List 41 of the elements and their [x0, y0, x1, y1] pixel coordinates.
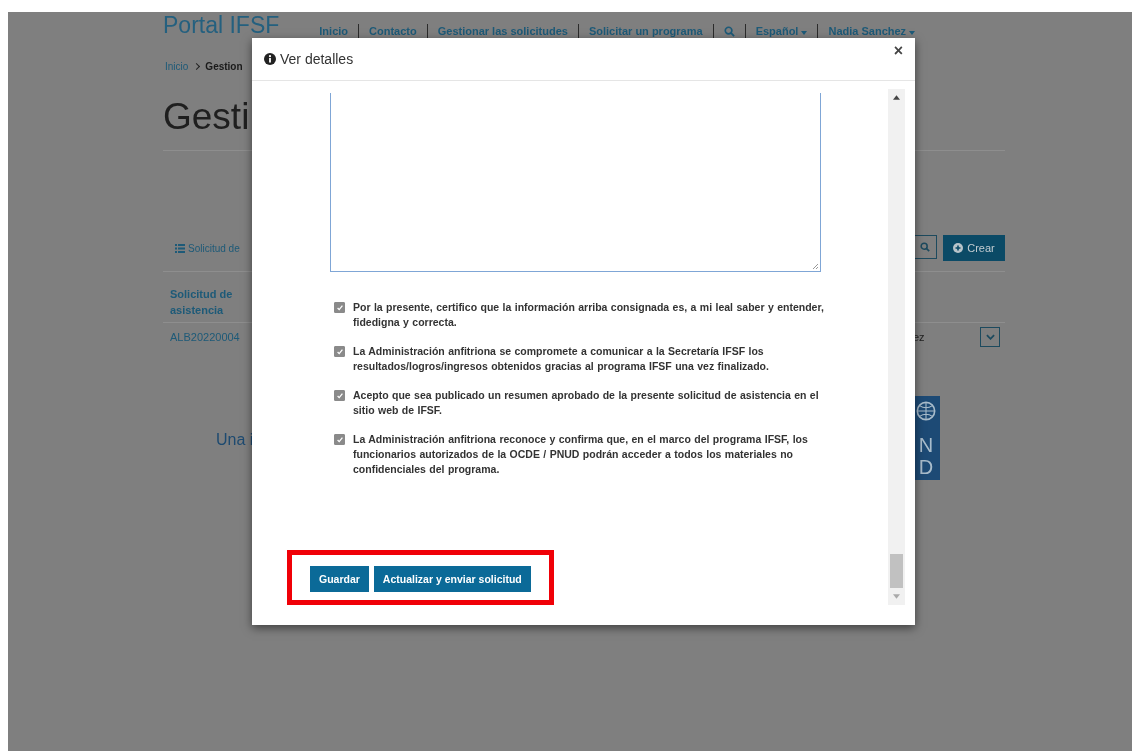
breadcrumb-item[interactable]: Gestion [205, 61, 243, 72]
checkbox[interactable] [334, 346, 345, 357]
page-heading: Gesti [163, 95, 251, 139]
list-icon [175, 243, 185, 253]
nav-link[interactable]: Gestionar las solicitudes [437, 25, 568, 37]
resize-grip-icon[interactable] [811, 262, 819, 270]
scroll-up-icon[interactable] [893, 95, 900, 100]
list-tab[interactable]: Solicitud de [175, 242, 240, 254]
search-icon [920, 242, 930, 252]
plus-circle-icon [953, 243, 964, 253]
table-cell[interactable]: ALB20220004 [170, 331, 240, 343]
site-logo-text[interactable]: Portal IFSF [163, 13, 280, 37]
declaration-text: Acepto que sea publicado un resumen aprobado de la presente solicitud de asistencia en el sitio web de IFSF. [353, 388, 820, 418]
nav-link[interactable]: Solicitar un programa [588, 25, 703, 37]
search-icon[interactable] [723, 25, 735, 37]
scrollbar[interactable] [888, 89, 905, 605]
submit-button[interactable]: Actualizar y enviar solicitud [373, 566, 531, 592]
nav-link[interactable]: Inicio [319, 25, 349, 37]
close-button[interactable]: × [889, 42, 907, 60]
checkbox[interactable] [334, 302, 345, 313]
declaration-text: La Administración anfitriona reconoce y confirma que, en el marco del programa IFSF, los funcionarios autorizados de la OCDE / PNUD podrán acceder a todos los materiales no confidenciales del programa. [353, 432, 809, 477]
nav-dropdown[interactable]: Nadia Sanchez [828, 25, 916, 37]
row-menu-button[interactable] [980, 327, 1000, 347]
scroll-thumb[interactable] [890, 554, 903, 588]
create-button[interactable]: Crear [943, 235, 1005, 261]
save-button[interactable]: Guardar [310, 566, 369, 592]
footer-text: Una i [216, 431, 254, 449]
info-icon [264, 53, 276, 65]
dialog-title: Ver detalles [280, 51, 354, 67]
declaration-text: Por la presente, certifico que la información arriba consignada es, a mi leal saber y entender, fidedigna y correcta. [353, 300, 825, 330]
scroll-down-icon[interactable] [893, 594, 900, 599]
nav-dropdown[interactable]: Español [755, 25, 808, 37]
checkbox[interactable] [334, 390, 345, 401]
breadcrumb-item[interactable]: Inicio [165, 61, 189, 72]
chevron-down-icon [985, 334, 995, 340]
caret-icon [909, 31, 916, 35]
column-header[interactable]: Solicitud de asistencia [170, 286, 240, 318]
declaration-text: La Administración anfitriona se compromete a comunicar a la Secretaría IFSF los resultados/logros/ingresos obtenidos gracias al programa IFSF una vez finalizado. [353, 344, 770, 374]
checkbox[interactable] [334, 434, 345, 445]
caret-icon [801, 31, 808, 35]
nav-link[interactable]: Contacto [369, 25, 417, 37]
